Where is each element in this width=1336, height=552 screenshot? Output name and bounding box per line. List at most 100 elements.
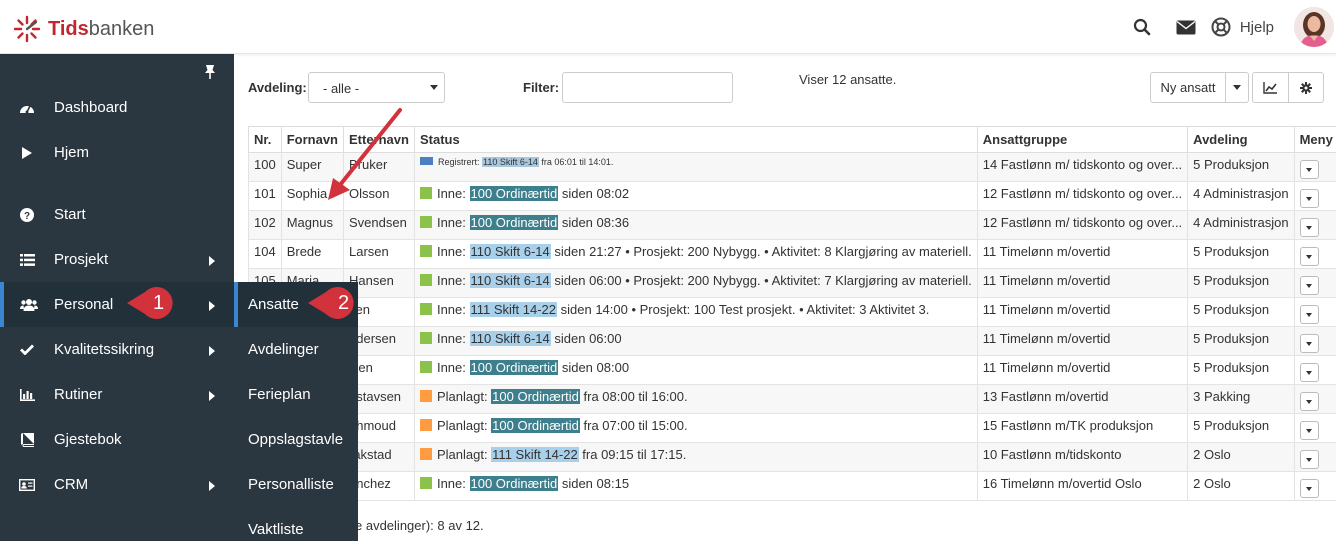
sidebar-item-crm[interactable]: CRM	[0, 462, 234, 507]
sidebar-item-hjem[interactable]: Hjem	[0, 130, 234, 175]
table-row[interactable]: 101SophiaOlssonInne: 100 Ordinærtid side…	[249, 182, 1336, 211]
avdeling-select[interactable]: - alle -	[308, 72, 445, 103]
row-menu-button[interactable]	[1300, 450, 1319, 469]
cell-fornavn: Sophia	[281, 182, 343, 211]
col-avdeling[interactable]: Avdeling	[1188, 127, 1294, 153]
row-menu-button[interactable]	[1300, 218, 1319, 237]
submenu-item-personalliste[interactable]: Personalliste	[234, 462, 358, 507]
row-menu-button[interactable]	[1300, 160, 1319, 179]
col-status[interactable]: Status	[414, 127, 977, 153]
caret-down-icon	[1233, 85, 1241, 90]
time-code-tag: 110 Skift 6-14	[470, 273, 551, 288]
cell-avdeling: 3 Pakking	[1188, 385, 1294, 414]
time-code-tag: 100 Ordinærtid	[470, 186, 559, 201]
col-etternavn[interactable]: Etternavn	[344, 127, 415, 153]
cell-ansattgruppe: 10 Fastlønn m/tidskonto	[977, 443, 1187, 472]
table-row[interactable]: senInne: 111 Skift 14-22 siden 14:00 • P…	[249, 298, 1336, 327]
cell-meny	[1294, 385, 1336, 414]
logo[interactable]: Tidsbanken	[12, 14, 154, 44]
table-row[interactable]: edersenInne: 110 Skift 6-14 siden 06:001…	[249, 327, 1336, 356]
row-menu-button[interactable]	[1300, 363, 1319, 382]
submenu-item-vaktliste[interactable]: Vaktliste	[234, 507, 358, 552]
cell-fornavn: Brede	[281, 240, 343, 269]
sidebar: Dashboard Hjem ? Start Prosjekt Personal…	[0, 54, 234, 541]
table-row[interactable]: rakstadPlanlagt: 111 Skift 14-22 fra 09:…	[249, 443, 1336, 472]
sidebar-item-label: Hjem	[54, 144, 89, 161]
sidebar-item-label: Dashboard	[54, 99, 127, 116]
cell-ansattgruppe: 11 Timelønn m/overtid	[977, 240, 1187, 269]
pin-icon[interactable]	[200, 62, 220, 82]
cell-ansattgruppe: 16 Timelønn m/overtid Oslo	[977, 472, 1187, 501]
sidebar-item-dashboard[interactable]: Dashboard	[0, 85, 234, 130]
status-indicator-icon	[420, 361, 432, 373]
row-menu-button[interactable]	[1300, 247, 1319, 266]
cell-etternavn: Svendsen	[344, 211, 415, 240]
row-menu-button[interactable]	[1300, 305, 1319, 324]
time-code-tag: 111 Skift 14-22	[491, 447, 579, 462]
status-indicator-icon	[420, 448, 432, 460]
chevron-right-icon	[208, 343, 216, 360]
cell-avdeling: 5 Produksjon	[1188, 153, 1294, 182]
status-indicator-icon	[420, 390, 432, 402]
sidebar-item-start[interactable]: ? Start	[0, 192, 234, 237]
cell-avdeling: 5 Produksjon	[1188, 298, 1294, 327]
cell-ansattgruppe: 11 Timelønn m/overtid	[977, 298, 1187, 327]
submenu-item-oppslagstavle[interactable]: Oppslagstavle	[234, 417, 358, 462]
chevron-right-icon	[208, 388, 216, 405]
row-menu-button[interactable]	[1300, 334, 1319, 353]
svg-text:?: ?	[24, 211, 30, 222]
help-link[interactable]: Hjelp	[1240, 19, 1274, 36]
table-row[interactable]: ustavsenPlanlagt: 100 Ordinærtid fra 08:…	[249, 385, 1336, 414]
avatar[interactable]	[1294, 7, 1334, 47]
table-row[interactable]: 102MagnusSvendsenInne: 100 Ordinærtid si…	[249, 211, 1336, 240]
time-code-tag: 100 Ordinærtid	[470, 360, 559, 375]
status-indicator-icon	[420, 419, 432, 431]
row-menu-button[interactable]	[1300, 392, 1319, 411]
submenu-item-ferieplan[interactable]: Ferieplan	[234, 372, 358, 417]
mail-icon[interactable]	[1164, 0, 1208, 54]
search-icon[interactable]	[1120, 0, 1164, 54]
sidebar-item-label: Personal	[54, 296, 113, 313]
cell-ansattgruppe: 14 Fastlønn m/ tidskonto og over...	[977, 153, 1187, 182]
filter-input[interactable]	[562, 72, 733, 103]
status-indicator-icon	[420, 157, 433, 165]
col-nr[interactable]: Nr.	[249, 127, 282, 153]
status-indicator-icon	[420, 477, 432, 489]
col-ansattgruppe[interactable]: Ansattgruppe	[977, 127, 1187, 153]
table-row[interactable]: 100SuperBrukerRegistrert: 110 Skift 6-14…	[249, 153, 1336, 182]
new-employee-dropdown[interactable]	[1226, 72, 1249, 103]
sidebar-item-prosjekt[interactable]: Prosjekt	[0, 237, 234, 282]
row-menu-button[interactable]	[1300, 479, 1319, 498]
table-row[interactable]: 104BredeLarsenInne: 110 Skift 6-14 siden…	[249, 240, 1336, 269]
sidebar-item-rutiner[interactable]: Rutiner	[0, 372, 234, 417]
help-icon[interactable]	[1208, 0, 1234, 54]
cell-etternavn: Bruker	[344, 153, 415, 182]
cell-fornavn: Magnus	[281, 211, 343, 240]
status-indicator-icon	[420, 303, 432, 315]
row-menu-button[interactable]	[1300, 276, 1319, 295]
sidebar-item-personal[interactable]: Personal	[0, 282, 234, 327]
filter-label: Filter:	[523, 80, 559, 95]
cell-status: Inne: 110 Skift 6-14 siden 06:00	[414, 327, 977, 356]
chart-button[interactable]	[1252, 72, 1289, 103]
table-row[interactable]: anchezInne: 100 Ordinærtid siden 08:1516…	[249, 472, 1336, 501]
new-employee-button[interactable]: Ny ansatt	[1150, 72, 1226, 103]
sidebar-item-gjestebok[interactable]: Gjestebok	[0, 417, 234, 462]
row-menu-button[interactable]	[1300, 421, 1319, 440]
cell-meny	[1294, 182, 1336, 211]
table-row[interactable]: lsenInne: 100 Ordinærtid siden 08:0011 T…	[249, 356, 1336, 385]
table-row[interactable]: 105MariaHansenInne: 110 Skift 6-14 siden…	[249, 269, 1336, 298]
table-row[interactable]: ahmoudPlanlagt: 100 Ordinærtid fra 07:00…	[249, 414, 1336, 443]
submenu-item-avdelinger[interactable]: Avdelinger	[234, 327, 358, 372]
cell-status: Planlagt: 100 Ordinærtid fra 07:00 til 1…	[414, 414, 977, 443]
cell-avdeling: 2 Oslo	[1188, 472, 1294, 501]
settings-button[interactable]	[1289, 72, 1324, 103]
cell-status: Inne: 110 Skift 6-14 siden 21:27 • Prosj…	[414, 240, 977, 269]
col-fornavn[interactable]: Fornavn	[281, 127, 343, 153]
employees-table: Nr. Fornavn Etternavn Status Ansattgrupp…	[248, 126, 1336, 501]
sidebar-item-kvalitetssikring[interactable]: Kvalitetssikring	[0, 327, 234, 372]
row-menu-button[interactable]	[1300, 189, 1319, 208]
time-code-tag: 110 Skift 6-14	[470, 244, 551, 259]
cell-status: Inne: 100 Ordinærtid siden 08:15	[414, 472, 977, 501]
line-chart-icon	[1263, 82, 1278, 94]
